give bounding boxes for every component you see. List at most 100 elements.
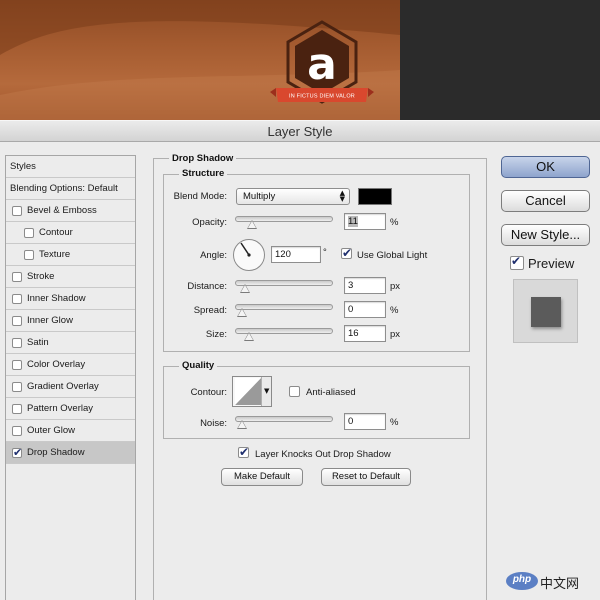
style-item-label: Outer Glow — [27, 425, 76, 436]
styles-list: Styles Blending Options: Default Bevel &… — [5, 155, 136, 600]
document-canvas: a IN FICTUS DIEM VALOR — [0, 0, 600, 120]
noise-slider-track[interactable] — [235, 416, 333, 422]
styles-header-label: Styles — [10, 161, 36, 172]
noise-label: Noise: — [200, 418, 227, 429]
spread-slider-thumb[interactable] — [237, 308, 247, 317]
structure-title: Structure — [179, 168, 228, 179]
size-slider-thumb[interactable] — [244, 332, 255, 341]
blending-options-item[interactable]: Blending Options: Default — [6, 178, 135, 200]
style-item-contour[interactable]: Contour — [6, 222, 135, 244]
style-item-bevel-emboss[interactable]: Bevel & Emboss — [6, 200, 135, 222]
new-style-button[interactable]: New Style... — [501, 224, 590, 246]
style-item-checkbox[interactable] — [12, 205, 22, 216]
cancel-button[interactable]: Cancel — [501, 190, 590, 212]
spread-unit: % — [390, 305, 399, 316]
opacity-label: Opacity: — [192, 217, 227, 228]
style-item-label: Satin — [27, 337, 49, 348]
style-item-texture[interactable]: Texture — [6, 244, 135, 266]
styles-header[interactable]: Styles — [6, 156, 135, 178]
style-item-checkbox[interactable] — [12, 337, 22, 348]
style-item-outer-glow[interactable]: Outer Glow — [6, 420, 135, 442]
style-item-drop-shadow[interactable]: Drop Shadow — [6, 442, 135, 464]
spread-label: Spread: — [193, 305, 227, 316]
contour-linear-icon — [235, 378, 261, 405]
style-item-checkbox[interactable] — [12, 446, 22, 459]
use-global-light-checkbox[interactable] — [341, 246, 352, 260]
make-default-button[interactable]: Make Default — [221, 468, 303, 486]
site-watermark: php 中文网 — [506, 570, 596, 592]
distance-unit: px — [390, 281, 401, 292]
size-input[interactable]: 16 — [344, 325, 386, 342]
style-item-gradient-overlay[interactable]: Gradient Overlay — [6, 376, 135, 398]
anti-aliased-label: Anti-aliased — [306, 387, 356, 398]
layer-knocks-out-label: Layer Knocks Out Drop Shadow — [255, 449, 391, 460]
layer-knocks-out-checkbox[interactable] — [238, 445, 249, 459]
size-unit: px — [390, 329, 401, 340]
angle-label: Angle: — [200, 250, 227, 261]
angle-unit: ° — [323, 247, 327, 258]
ok-button[interactable]: OK — [501, 156, 590, 178]
style-item-label: Drop Shadow — [27, 447, 85, 458]
style-item-checkbox[interactable] — [12, 381, 22, 392]
style-item-checkbox[interactable] — [12, 293, 22, 304]
style-item-checkbox[interactable] — [12, 315, 22, 326]
angle-dial-icon[interactable] — [232, 238, 266, 272]
noise-input[interactable]: 0 — [344, 413, 386, 430]
distance-slider-thumb[interactable] — [239, 284, 250, 293]
style-item-checkbox[interactable] — [24, 249, 34, 260]
style-item-pattern-overlay[interactable]: Pattern Overlay — [6, 398, 135, 420]
style-item-color-overlay[interactable]: Color Overlay — [6, 354, 135, 376]
preview-label: Preview — [528, 256, 575, 271]
spread-input[interactable]: 0 — [344, 301, 386, 318]
layer-style-dialog: Layer Style Styles Blending Options: Def… — [0, 120, 600, 600]
style-item-label: Inner Glow — [27, 315, 73, 326]
noise-value: 0 — [348, 416, 354, 427]
use-global-light-label: Use Global Light — [357, 250, 428, 261]
style-item-checkbox[interactable] — [24, 227, 34, 238]
size-label: Size: — [205, 329, 227, 340]
size-value: 16 — [348, 328, 359, 339]
style-item-stroke[interactable]: Stroke — [6, 266, 135, 288]
opacity-input[interactable]: 11 — [344, 213, 386, 230]
blend-mode-value: Multiply — [243, 191, 276, 202]
canvas-dark-area — [400, 0, 600, 120]
style-item-checkbox[interactable] — [12, 403, 22, 414]
style-item-label: Texture — [39, 249, 71, 260]
contour-picker[interactable]: ▼ — [232, 376, 272, 407]
preview-checkbox[interactable] — [510, 254, 524, 270]
style-item-label: Inner Shadow — [27, 293, 86, 304]
style-item-label: Stroke — [27, 271, 55, 282]
logo-ribbon-text: IN FICTUS DIEM VALOR — [289, 94, 355, 100]
style-item-label: Gradient Overlay — [27, 381, 99, 392]
distance-label: Distance: — [187, 281, 227, 292]
angle-value: 120 — [275, 249, 291, 260]
chevron-updown-icon: ▲ ▼ — [339, 189, 345, 203]
style-item-satin[interactable]: Satin — [6, 332, 135, 354]
distance-input[interactable]: 3 — [344, 277, 386, 294]
dialog-title: Layer Style — [0, 120, 600, 142]
shadow-color-swatch[interactable] — [358, 188, 392, 205]
angle-input[interactable]: 120 — [271, 246, 321, 263]
contour-dropdown-button[interactable]: ▼ — [261, 377, 271, 406]
noise-slider-thumb[interactable] — [237, 420, 247, 429]
blending-options-label: Blending Options: Default — [10, 183, 118, 194]
reset-to-default-button[interactable]: Reset to Default — [321, 468, 411, 486]
watermark-badge-text: php — [512, 574, 532, 585]
chevron-down-icon: ▼ — [264, 387, 270, 395]
style-item-checkbox[interactable] — [12, 425, 22, 436]
opacity-slider-thumb[interactable] — [246, 220, 257, 229]
style-item-checkbox[interactable] — [12, 271, 22, 282]
anti-aliased-checkbox[interactable] — [289, 386, 300, 397]
contour-label: Contour: — [190, 387, 227, 398]
spread-slider-track[interactable] — [235, 304, 333, 310]
blend-mode-label: Blend Mode: — [173, 191, 227, 202]
style-item-inner-shadow[interactable]: Inner Shadow — [6, 288, 135, 310]
style-item-inner-glow[interactable]: Inner Glow — [6, 310, 135, 332]
style-item-label: Pattern Overlay — [27, 403, 93, 414]
style-item-checkbox[interactable] — [12, 359, 22, 370]
blend-mode-select[interactable]: Multiply ▲ ▼ — [236, 188, 350, 205]
distance-slider-track[interactable] — [235, 280, 333, 286]
quality-title: Quality — [179, 360, 218, 371]
distance-value: 3 — [348, 280, 354, 291]
spread-value: 0 — [348, 304, 354, 315]
